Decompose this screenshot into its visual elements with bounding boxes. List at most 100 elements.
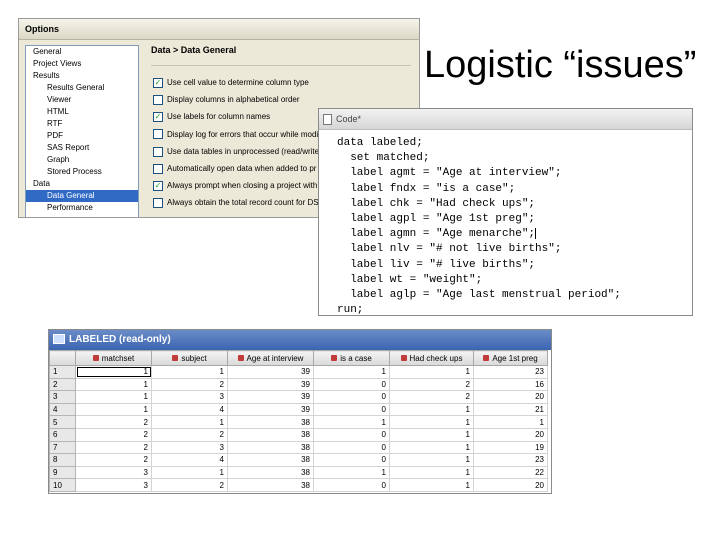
table-cell[interactable]: 1 [75,390,152,404]
table-cell[interactable]: 2 [75,415,152,429]
table-cell[interactable]: 0 [313,440,390,455]
table-cell[interactable]: 1 [473,415,548,429]
table-cell[interactable]: 39 [227,377,314,392]
table-cell[interactable]: 38 [227,415,314,429]
table-cell[interactable]: 22 [473,465,548,480]
table-cell[interactable]: 1 [389,427,474,442]
row-number-header [49,350,76,366]
column-header[interactable]: Age 1st preg [473,350,548,366]
table-cell[interactable]: 1 [151,465,228,480]
panel-divider [151,65,411,66]
tree-item[interactable]: RTF [26,118,138,130]
data-grid-window: LABELED (read-only) matchset subject Age a… [48,329,552,494]
table-cell[interactable]: 1 [313,465,390,480]
tree-item[interactable]: Data General [26,190,138,202]
table-cell[interactable]: 0 [313,377,390,392]
table-cell[interactable]: 1 [151,415,228,429]
tree-item[interactable]: Graph [26,154,138,166]
table-cell[interactable]: 19 [473,440,548,455]
table-cell[interactable]: 0 [313,390,390,404]
column-header[interactable]: Age at interview [227,350,314,366]
data-grid-titlebar: LABELED (read-only) [49,330,551,350]
checkbox-unchecked[interactable] [153,198,163,209]
table-cell[interactable]: 3 [151,390,228,404]
checkbox-unchecked[interactable] [153,163,163,174]
column-header[interactable]: Had check ups [389,350,474,366]
tree-item[interactable]: SAS Report [26,142,138,154]
table-cell[interactable]: 1 [75,377,152,392]
table-cell[interactable]: 3 [75,465,152,480]
checkbox-unchecked[interactable] [153,129,163,140]
tree-item[interactable]: General [26,46,138,58]
table-cell[interactable]: 1 [389,365,474,379]
table-cell[interactable]: 20 [473,427,548,442]
table-cell[interactable]: 16 [473,377,548,392]
table-cell[interactable]: 2 [151,478,228,492]
options-tree[interactable]: General Project Views Results Results Gener… [25,45,139,217]
table-cell[interactable]: 0 [313,402,390,417]
checkbox-checked[interactable]: ✓ [153,77,163,88]
option-checkbox-row[interactable]: Display columns in alphabetical order [143,91,419,108]
code-editor[interactable]: data labeled; set matched; label agmt = … [319,130,692,315]
tree-item[interactable]: Performance [26,202,138,214]
table-cell[interactable]: 0 [313,478,390,492]
table-cell[interactable]: 23 [473,453,548,467]
tree-item[interactable]: HTML [26,106,138,118]
table-cell[interactable]: 1 [313,415,390,429]
column-header[interactable]: is a case [313,350,390,366]
table-cell[interactable]: 39 [227,365,314,379]
table-cell[interactable]: 38 [227,453,314,467]
table-cell[interactable]: 38 [227,440,314,455]
table-cell[interactable]: 21 [473,402,548,417]
table-cell[interactable]: 3 [151,440,228,455]
checkbox-checked[interactable]: ✓ [153,112,163,123]
text-cursor [535,227,537,239]
table-cell[interactable]: 39 [227,402,314,417]
option-checkbox-row[interactable]: ✓ Use cell value to determine column type [143,74,419,91]
table-cell[interactable]: 3 [75,478,152,492]
table-cell[interactable]: 38 [227,478,314,492]
table-cell[interactable]: 1 [75,365,152,379]
table-cell[interactable]: 2 [75,427,152,442]
table-cell[interactable]: 1 [389,440,474,455]
tree-item[interactable]: Data [26,178,138,190]
tree-item[interactable]: Results [26,70,138,82]
table-cell[interactable]: 2 [389,377,474,392]
table-cell[interactable]: 39 [227,390,314,404]
tree-item[interactable]: Results General [26,82,138,94]
table-row: 6 2 2 38 0 1 20 [49,427,548,442]
tree-item[interactable]: Stored Process [26,166,138,178]
tree-item[interactable]: Viewer [26,94,138,106]
table-cell[interactable]: 4 [151,402,228,417]
table-cell[interactable]: 0 [313,453,390,467]
table-cell[interactable]: 1 [389,453,474,467]
table-cell[interactable]: 23 [473,365,548,379]
table-cell[interactable]: 1 [389,415,474,429]
table-cell[interactable]: 20 [473,478,548,492]
tree-item[interactable]: Project Views [26,58,138,70]
checkbox-unchecked[interactable] [153,95,163,106]
table-cell[interactable]: 2 [151,377,228,392]
table-cell[interactable]: 1 [151,365,228,379]
checkbox-label: Display columns in alphabetical order [167,95,300,105]
numeric-column-icon [172,355,179,362]
table-cell[interactable]: 1 [389,465,474,480]
table-cell[interactable]: 2 [151,427,228,442]
table-cell[interactable]: 38 [227,427,314,442]
checkbox-checked[interactable]: ✓ [153,181,163,192]
tree-item[interactable]: PDF [26,130,138,142]
table-cell[interactable]: 20 [473,390,548,404]
table-cell[interactable]: 2 [389,390,474,404]
table-cell[interactable]: 4 [151,453,228,467]
table-cell[interactable]: 1 [389,402,474,417]
table-cell[interactable]: 1 [313,365,390,379]
column-header[interactable]: subject [151,350,228,366]
table-cell[interactable]: 38 [227,465,314,480]
table-cell[interactable]: 0 [313,427,390,442]
table-cell[interactable]: 2 [75,453,152,467]
table-cell[interactable]: 1 [75,402,152,417]
checkbox-unchecked[interactable] [153,146,163,157]
table-cell[interactable]: 2 [75,440,152,455]
table-cell[interactable]: 1 [389,478,474,492]
column-header[interactable]: matchset [75,350,152,366]
